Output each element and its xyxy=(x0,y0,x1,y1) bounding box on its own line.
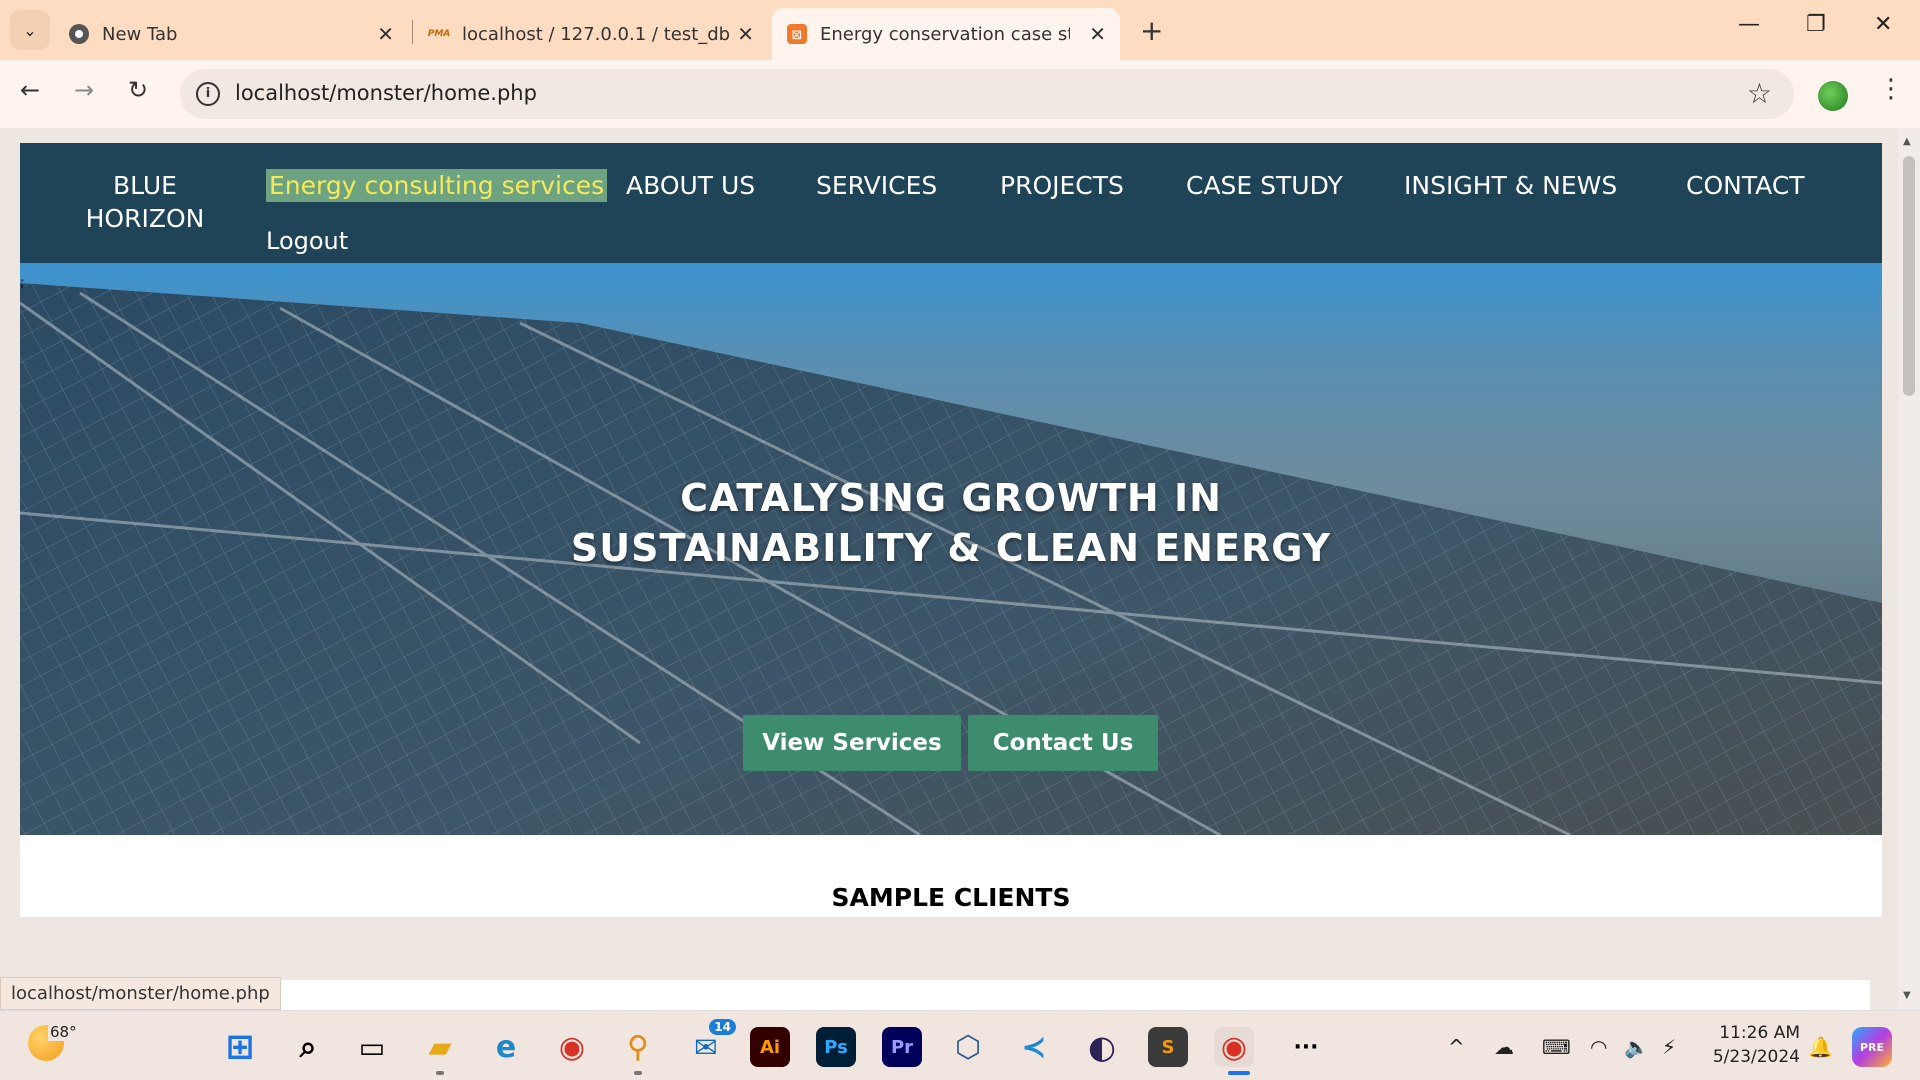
restore-button[interactable]: ❐ xyxy=(1806,12,1826,37)
weather-temp: 68° xyxy=(48,1023,79,1041)
tab-energy-active[interactable]: ⊠ Energy conservation case studie ✕ xyxy=(772,8,1120,60)
more-apps-icon[interactable]: ··· xyxy=(1286,1027,1326,1067)
running-indicator xyxy=(634,1071,642,1075)
sublime-icon[interactable]: S xyxy=(1148,1027,1188,1067)
windows-taskbar: 68° ⊞ ⌕ ▭ ▰ e ◉ ⚲ ✉ 14 Ai Ps Pr ⬡ ≺ ◐ S … xyxy=(0,1010,1920,1080)
chrome-icon[interactable]: ◉ xyxy=(552,1027,592,1067)
hero-title-line2: SUSTAINABILITY & CLEAN ENERGY xyxy=(570,526,1332,570)
volume-icon[interactable]: 🔈 xyxy=(1624,1035,1649,1059)
vscode-icon[interactable]: ≺ xyxy=(1014,1027,1054,1067)
weather-widget[interactable]: 68° xyxy=(28,1023,79,1061)
system-clock[interactable]: 11:26 AM 5/23/2024 xyxy=(1700,1021,1800,1069)
contact-us-button[interactable]: Contact Us xyxy=(968,715,1158,771)
page-scrollbar[interactable]: ▲ ▼ xyxy=(1898,128,1920,1010)
wifi-icon[interactable]: ◠ xyxy=(1590,1035,1607,1059)
keyboard-icon[interactable]: ⌨ xyxy=(1542,1035,1571,1059)
hero-banner: ; CATALYSING GROWTH IN SUSTAINABILITY & … xyxy=(20,263,1882,835)
tab-strip: ⌄ New Tab ✕ PMA localhost / 127.0.0.1 / … xyxy=(0,0,1920,60)
profile-avatar[interactable] xyxy=(1818,81,1848,111)
search-app-icon[interactable]: ⚲ xyxy=(618,1027,658,1067)
forward-arrow-icon[interactable]: → xyxy=(74,76,94,104)
hero-title: CATALYSING GROWTH IN SUSTAINABILITY & CL… xyxy=(20,473,1882,573)
address-url[interactable]: localhost/monster/home.php xyxy=(235,81,537,105)
tab-search-button[interactable]: ⌄ xyxy=(10,10,50,50)
chrome-active-icon[interactable]: ◉ xyxy=(1214,1027,1254,1067)
svg-text:⊠: ⊠ xyxy=(792,28,803,43)
address-bar[interactable]: i localhost/monster/home.php ☆ xyxy=(180,69,1794,119)
back-arrow-icon[interactable]: ← xyxy=(20,76,40,104)
status-bar-url: localhost/monster/home.php xyxy=(0,977,281,1010)
photoshop-icon[interactable]: Ps xyxy=(816,1027,856,1067)
browser-toolbar: ← → ↻ i localhost/monster/home.php ☆ ⋮ xyxy=(0,60,1920,128)
bookmark-star-icon[interactable]: ☆ xyxy=(1747,77,1772,110)
clock-date: 5/23/2024 xyxy=(1712,1047,1800,1067)
phpmyadmin-icon: PMA xyxy=(427,29,451,39)
outlook-icon[interactable]: ✉ 14 xyxy=(686,1019,736,1067)
chrome-icon xyxy=(68,23,90,45)
sample-clients-heading: SAMPLE CLIENTS xyxy=(831,883,1071,912)
notification-badge: 14 xyxy=(709,1019,736,1035)
task-view-icon[interactable]: ▭ xyxy=(352,1027,392,1067)
nav-insight-news[interactable]: INSIGHT & NEWS xyxy=(1404,169,1617,202)
premiere-icon[interactable]: Pr xyxy=(882,1027,922,1067)
file-explorer-icon[interactable]: ▰ xyxy=(420,1027,460,1067)
nav-about-us[interactable]: ABOUT US xyxy=(626,169,755,202)
web-page: BLUE HORIZON Energy consulting services … xyxy=(20,143,1882,917)
clock-time: 11:26 AM xyxy=(1719,1023,1800,1043)
tray-chevron-icon[interactable]: ^ xyxy=(1448,1035,1465,1059)
xampp-icon: ⊠ xyxy=(786,23,808,45)
tab-close-icon[interactable]: ✕ xyxy=(1089,22,1106,46)
virtualbox-icon[interactable]: ⬡ xyxy=(948,1027,988,1067)
edge-icon[interactable]: e xyxy=(486,1027,526,1067)
page-viewport: BLUE HORIZON Energy consulting services … xyxy=(0,128,1898,1010)
start-icon[interactable]: ⊞ xyxy=(220,1027,260,1067)
nav-contact[interactable]: CONTACT xyxy=(1686,169,1805,202)
tab-close-icon[interactable]: ✕ xyxy=(377,22,394,46)
brand-text: BLUE HORIZON xyxy=(85,171,205,233)
tab-new-tab[interactable]: New Tab ✕ xyxy=(68,8,408,60)
outlook-glyph: ✉ xyxy=(694,1030,718,1064)
scroll-up-icon[interactable]: ▲ xyxy=(1903,136,1911,147)
onedrive-icon[interactable]: ☁ xyxy=(1494,1035,1514,1059)
tab-phpmyadmin[interactable]: PMA localhost / 127.0.0.1 / test_db / ✕ xyxy=(428,8,768,60)
stray-character: ; xyxy=(20,275,25,291)
nav-services[interactable]: SERVICES xyxy=(816,169,937,202)
scroll-down-icon[interactable]: ▼ xyxy=(1903,990,1911,1001)
minimize-button[interactable]: — xyxy=(1738,12,1760,37)
page-lower-area xyxy=(250,980,1870,1010)
new-tab-button[interactable]: + xyxy=(1140,14,1163,47)
nav-case-study[interactable]: CASE STUDY xyxy=(1186,169,1343,202)
site-brand[interactable]: BLUE HORIZON xyxy=(60,169,230,235)
tab-title: New Tab xyxy=(102,23,178,45)
running-indicator xyxy=(436,1071,444,1075)
nav-energy-consulting[interactable]: Energy consulting services xyxy=(266,169,608,202)
search-icon[interactable]: ⌕ xyxy=(288,1027,328,1067)
active-indicator xyxy=(1228,1071,1250,1075)
browser-menu-icon[interactable]: ⋮ xyxy=(1878,74,1904,104)
tab-title: Energy conservation case studie xyxy=(820,23,1070,45)
tab-close-icon[interactable]: ✕ xyxy=(737,22,754,46)
scroll-thumb[interactable] xyxy=(1903,156,1915,396)
eclipse-icon[interactable]: ◐ xyxy=(1082,1027,1122,1067)
close-window-button[interactable]: ✕ xyxy=(1874,12,1892,37)
illustrator-icon[interactable]: Ai xyxy=(750,1027,790,1067)
tab-separator xyxy=(412,20,413,44)
reload-icon[interactable]: ↻ xyxy=(128,76,148,104)
hero-title-line1: CATALYSING GROWTH IN xyxy=(680,476,1222,520)
view-services-button[interactable]: View Services xyxy=(743,715,961,771)
notification-bell-icon[interactable]: 🔔 xyxy=(1808,1035,1833,1059)
site-navbar: BLUE HORIZON Energy consulting services … xyxy=(20,143,1882,263)
site-info-icon[interactable]: i xyxy=(196,82,220,106)
nav-logout[interactable]: Logout xyxy=(266,227,348,255)
copilot-icon[interactable]: PRE xyxy=(1852,1027,1892,1067)
battery-icon[interactable]: ⚡ xyxy=(1662,1035,1676,1059)
nav-projects[interactable]: PROJECTS xyxy=(1000,169,1124,202)
tab-title: localhost / 127.0.0.1 / test_db / xyxy=(462,23,732,45)
